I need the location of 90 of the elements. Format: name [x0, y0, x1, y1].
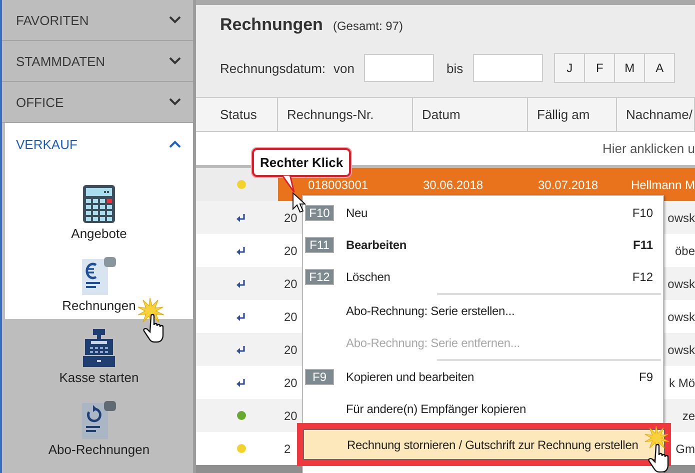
section-title: VERKAUF — [16, 136, 78, 152]
nav-item[interactable]: Abo-Rechnungen — [5, 391, 193, 463]
chevron-down-icon — [169, 98, 181, 106]
table-cell: 20 — [284, 376, 298, 390]
chevron-up-icon — [169, 140, 181, 148]
calculator-icon — [83, 185, 115, 223]
table-cell: 30.06.2018 — [423, 178, 484, 192]
shortcut-label: F9 — [638, 370, 653, 384]
menu-label: Kopieren und bearbeiten — [346, 370, 475, 384]
return-arrow-icon — [236, 278, 246, 288]
table-cell: 20 — [284, 244, 298, 258]
return-arrow-icon — [236, 246, 246, 256]
table-cell: öbe — [674, 244, 695, 258]
status-dot — [237, 411, 246, 420]
menu-item[interactable]: F12 Löschen F12 — [303, 261, 663, 293]
date-to-field[interactable] — [473, 54, 544, 82]
table-cell: 2 — [284, 442, 291, 456]
click-burst-icon — [645, 426, 669, 450]
table-cell: Gm — [676, 442, 695, 456]
month-button[interactable]: F — [584, 53, 616, 83]
table-cell: owsk — [668, 342, 695, 356]
menu-label: Abo-Rechnung: Serie erstellen... — [346, 304, 516, 318]
return-arrow-icon — [236, 378, 246, 388]
nav-item[interactable]: Angebote — [5, 165, 193, 247]
filter-label: Rechnungsdatum: — [220, 60, 326, 76]
menu-item[interactable]: F9 Kopieren und bearbeiten F9 — [303, 361, 663, 393]
table-cell: 20 — [284, 276, 298, 290]
return-arrow-icon — [236, 212, 246, 222]
shortcut-label: F10 — [632, 206, 653, 220]
callout-tail — [281, 175, 295, 193]
date-from-field[interactable] — [364, 54, 434, 82]
table-cell: 20 — [284, 310, 298, 324]
table-cell: 20 — [284, 342, 298, 356]
column-header[interactable]: Status — [196, 98, 278, 131]
menu-item[interactable]: F11 Bearbeiten F11 — [303, 229, 663, 261]
status-dot — [237, 180, 246, 189]
column-header[interactable]: Rechnungs-Nr. — [278, 98, 413, 131]
hint-text: Hier anklicken u — [602, 141, 695, 156]
table-cell: Hellmann M — [630, 178, 695, 192]
key-badge: F12 — [305, 269, 334, 285]
menu-label: Abo-Rechnung: Serie entfernen... — [346, 336, 521, 350]
return-arrow-icon — [236, 312, 246, 322]
month-button[interactable]: M — [614, 53, 646, 83]
shortcut-label: F12 — [632, 270, 653, 284]
menu-label: Rechnung stornieren / Gutschrift zur Rechnung erstellen — [347, 438, 640, 452]
table-cell: k Mö — [668, 376, 695, 390]
key-badge: F9 — [305, 369, 334, 385]
cash-register-icon — [83, 329, 115, 367]
key-badge: F11 — [305, 237, 334, 253]
menu-label: Löschen — [346, 270, 392, 284]
chevron-down-icon — [169, 16, 181, 24]
callout: Rechter Klick — [252, 148, 352, 177]
section-header[interactable]: STAMMDATEN — [2, 41, 193, 82]
shortcut-label: F11 — [632, 238, 653, 252]
table-cell: owsk — [668, 310, 695, 324]
page-title: Rechnungen — [220, 15, 323, 35]
table-cell: 20 — [284, 210, 298, 224]
section-header[interactable]: VERKAUF — [5, 123, 193, 165]
table-cell: 30.07.2018 — [538, 178, 598, 192]
to-label: bis — [446, 60, 464, 76]
click-burst-icon — [138, 298, 164, 324]
menu-label: Neu — [346, 206, 369, 220]
table-cell: 20 — [284, 408, 298, 422]
section-title: STAMMDATEN — [16, 54, 106, 68]
table-cell: owsk — [668, 276, 695, 290]
table-cell: ze — [682, 408, 695, 422]
status-dot — [237, 444, 246, 453]
total-count: (Gesamt: 97) — [332, 19, 403, 33]
section-header[interactable]: FAVORITEN — [2, 0, 193, 41]
table-cell: owsk — [668, 210, 695, 224]
invoice-icon — [82, 257, 116, 295]
menu-item[interactable]: Für andere(n) Empfänger kopieren — [303, 393, 663, 425]
menu-label: Bearbeiten — [346, 238, 408, 252]
nav-item[interactable]: Rechnungen — [5, 247, 193, 319]
month-button[interactable]: A — [644, 53, 676, 83]
menu-label: Für andere(n) Empfänger kopieren — [346, 402, 527, 416]
nav-item[interactable]: Kasse starten — [5, 319, 193, 391]
column-header[interactable]: Nachname/ — [617, 98, 695, 131]
table-cell: 018003001 — [308, 178, 368, 192]
return-arrow-icon — [236, 344, 246, 354]
recurring-invoice-icon — [82, 401, 116, 439]
column-header[interactable]: Datum — [413, 98, 528, 131]
chevron-down-icon — [169, 57, 181, 65]
month-button[interactable]: J — [554, 53, 586, 83]
column-header[interactable]: Fällig am — [528, 98, 617, 131]
key-badge: F10 — [305, 205, 334, 221]
menu-item[interactable]: Abo-Rechnung: Serie erstellen... — [303, 295, 663, 327]
from-label: von — [334, 60, 354, 76]
section-title: OFFICE — [16, 94, 64, 110]
section-title: FAVORITEN — [16, 12, 89, 28]
